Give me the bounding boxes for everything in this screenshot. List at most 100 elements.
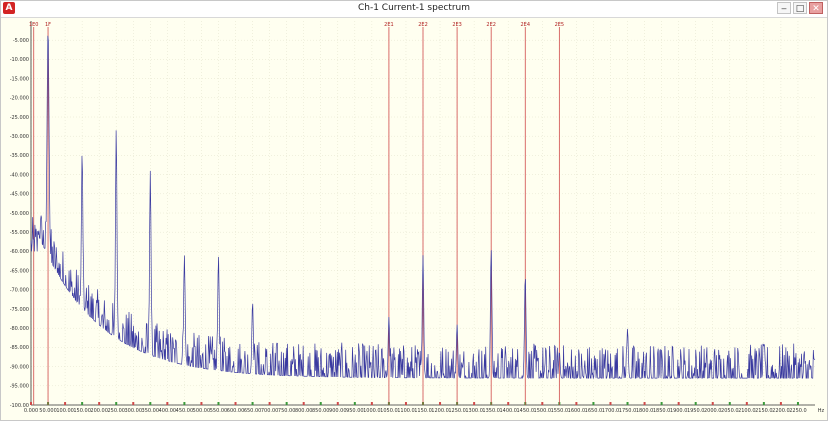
- x-tick-mark: [473, 402, 476, 405]
- y-tick-label: -65.000: [10, 268, 29, 274]
- y-tick-label: -55.000: [10, 230, 29, 236]
- x-tick-mark: [302, 402, 305, 405]
- x-tick-mark: [609, 402, 612, 405]
- x-tick-label: 250.00: [107, 408, 125, 414]
- y-tick-label: -75.000: [10, 307, 29, 313]
- x-tick-mark: [64, 402, 67, 405]
- x-tick-label: 1100.0: [397, 408, 415, 414]
- x-tick-mark: [439, 402, 442, 405]
- x-tick-label: 0.000: [24, 408, 38, 414]
- x-tick-label: 200.00: [90, 408, 108, 414]
- x-tick-mark: [592, 402, 595, 405]
- x-tick-mark: [234, 402, 237, 405]
- x-tick-mark: [728, 402, 731, 405]
- x-tick-label: 350.00: [142, 408, 160, 414]
- x-tick-mark: [677, 402, 680, 405]
- y-tick-label: -85.000: [10, 345, 29, 351]
- y-tick-label: -20.000: [10, 96, 29, 102]
- x-tick-mark: [660, 402, 663, 405]
- y-tick-label: -70.000: [10, 288, 29, 294]
- x-tick-label: 550.00: [210, 408, 228, 414]
- x-tick-label: 2000.0: [704, 408, 722, 414]
- x-tick-label: 1350.0: [482, 408, 500, 414]
- y-tick-label: -5.000: [13, 38, 29, 44]
- x-tick-label: 2200.0: [772, 408, 790, 414]
- x-tick-label: 900.00: [329, 408, 347, 414]
- x-tick-mark: [643, 402, 646, 405]
- x-tick-label: 700.00: [261, 408, 279, 414]
- x-tick-label: 1600.0: [568, 408, 586, 414]
- x-tick-mark: [711, 402, 714, 405]
- x-tick-mark: [217, 402, 220, 405]
- y-tick-label: -10.000: [10, 57, 29, 63]
- y-tick-label: -90.000: [10, 364, 29, 370]
- x-tick-mark: [694, 402, 697, 405]
- x-tick-label: 400.00: [159, 408, 177, 414]
- x-tick-mark: [336, 402, 339, 405]
- x-tick-mark: [745, 402, 748, 405]
- x-tick-label: 600.00: [227, 408, 245, 414]
- x-tick-label: 750.00: [278, 408, 296, 414]
- marker-label: 2E4: [520, 22, 530, 28]
- marker-label: 2E3: [452, 22, 462, 28]
- y-tick-label: -50.000: [10, 211, 29, 217]
- x-tick-mark: [796, 402, 799, 405]
- x-axis-unit: Hz: [818, 408, 825, 414]
- x-tick-mark: [251, 402, 254, 405]
- spectrum-chart[interactable]: -5.000 -10.000 -15.000 -20.000 -25.000 -30.00…: [1, 17, 827, 420]
- marker-label: 2E1: [384, 22, 394, 28]
- x-tick-label: 950.00: [346, 408, 364, 414]
- y-tick-label: -95.000: [10, 384, 29, 390]
- x-tick-mark: [541, 402, 544, 405]
- x-tick-label: 500.00: [193, 408, 211, 414]
- x-axis: 0.000 50.000 100.00 150.00 200.00 250.00 300.0…: [24, 402, 815, 414]
- title-bar[interactable]: A Ch-1 Current-1 spectrum ‒ □ ✕: [1, 1, 827, 18]
- y-tick-label: -35.000: [10, 153, 29, 159]
- x-tick-label: 1700.0: [602, 408, 620, 414]
- x-tick-mark: [370, 402, 373, 405]
- x-tick-mark: [166, 402, 169, 405]
- y-tick-label: -30.000: [10, 134, 29, 140]
- x-tick-mark: [98, 402, 101, 405]
- y-tick-label: -60.000: [10, 249, 29, 255]
- x-tick-label: 650.00: [244, 408, 262, 414]
- x-tick-label: 1250.0: [448, 408, 466, 414]
- x-tick-label: 50.000: [39, 408, 57, 414]
- x-tick-label: 1800.0: [636, 408, 654, 414]
- x-tick-label: 1750.0: [619, 408, 637, 414]
- x-tick-label: 2100.0: [738, 408, 756, 414]
- x-tick-label: 1450.0: [517, 408, 535, 414]
- x-tick-label: 1150.0: [414, 408, 432, 414]
- close-button[interactable]: ✕: [809, 2, 823, 14]
- x-tick-mark: [81, 402, 84, 405]
- x-tick-mark: [149, 402, 152, 405]
- x-tick-label: 2250.0: [789, 408, 807, 414]
- x-tick-mark: [132, 402, 135, 405]
- window-controls: ‒ □ ✕: [777, 2, 823, 14]
- x-tick-mark: [404, 402, 407, 405]
- x-tick-label: 450.00: [176, 408, 194, 414]
- x-tick-label: 1900.0: [670, 408, 688, 414]
- marker-label: 2E5: [555, 22, 565, 28]
- minimize-button[interactable]: ‒: [777, 2, 791, 14]
- x-tick-label: 1650.0: [585, 408, 603, 414]
- x-tick-mark: [115, 402, 118, 405]
- marker-label: 2E2: [486, 22, 496, 28]
- x-axis-label: Hz: [818, 408, 825, 414]
- y-tick-label: -40.000: [10, 172, 29, 178]
- x-tick-label: 1950.0: [687, 408, 705, 414]
- marker-label: 2E2: [418, 22, 428, 28]
- y-tick-label: -80.000: [10, 326, 29, 332]
- x-tick-label: 1400.0: [499, 408, 517, 414]
- x-tick-mark: [285, 402, 288, 405]
- x-tick-label: 1050.0: [380, 408, 398, 414]
- x-tick-label: 800.00: [295, 408, 313, 414]
- x-tick-mark: [762, 402, 765, 405]
- y-tick-label: -15.000: [10, 76, 29, 82]
- x-tick-label: 2150.0: [755, 408, 773, 414]
- x-tick-mark: [200, 402, 203, 405]
- spectrum-window: A Ch-1 Current-1 spectrum ‒ □ ✕ -5.000 -1…: [0, 0, 828, 421]
- x-tick-mark: [30, 402, 32, 405]
- x-tick-label: 850.00: [312, 408, 330, 414]
- maximize-button[interactable]: □: [793, 2, 807, 14]
